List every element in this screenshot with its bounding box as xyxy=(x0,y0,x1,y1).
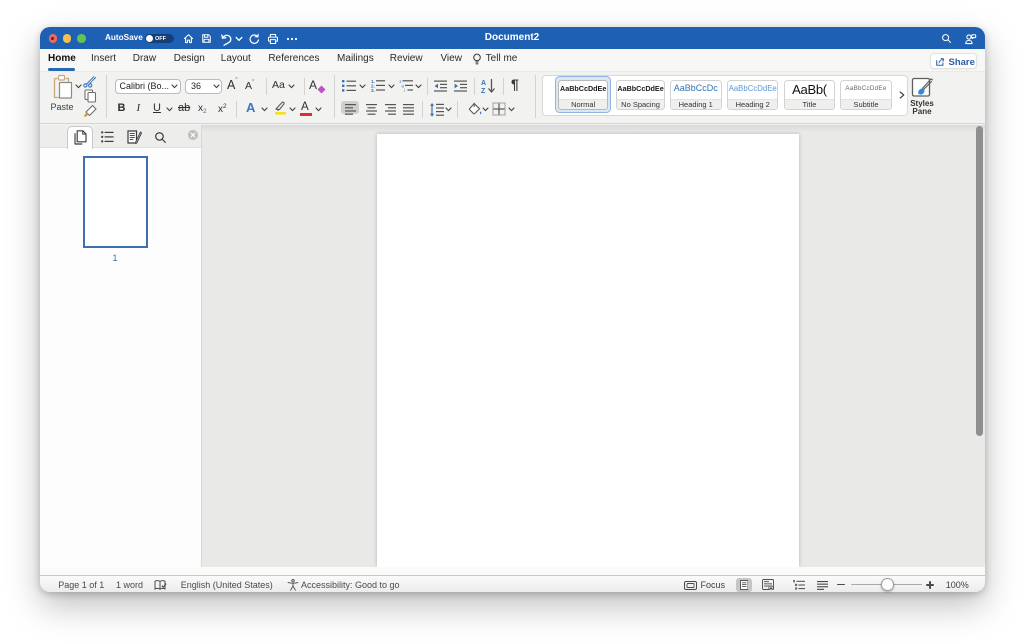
svg-text:A: A xyxy=(481,80,486,87)
svg-text:3.: 3. xyxy=(371,88,375,92)
svg-text:i: i xyxy=(404,88,405,92)
svg-text:Z: Z xyxy=(481,88,486,94)
